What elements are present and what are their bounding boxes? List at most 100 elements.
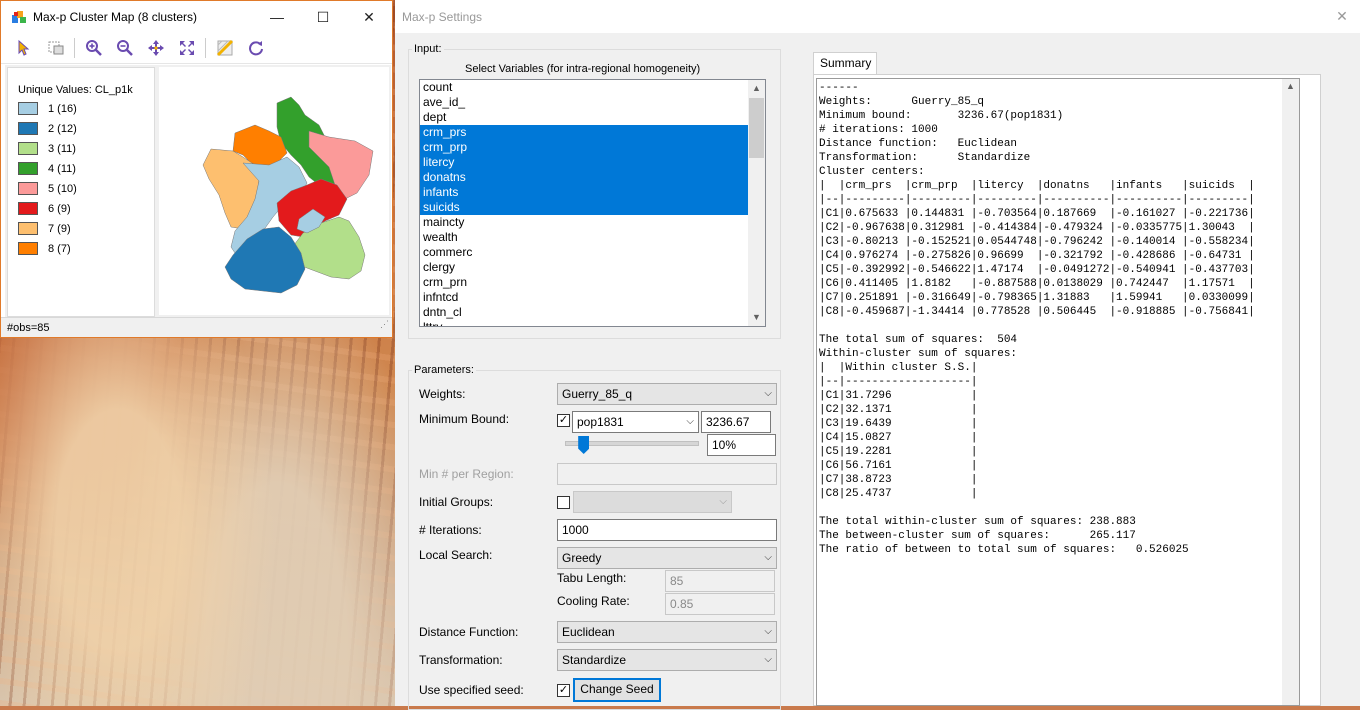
selection-icon [48, 41, 63, 55]
variable-item[interactable]: infntcd [420, 290, 765, 305]
initial-groups-dropdown[interactable]: ⌵ [573, 491, 732, 513]
legend-item[interactable]: 5 (10) [18, 182, 77, 195]
min-bound-checkbox[interactable]: ✓ [557, 414, 570, 427]
variable-item-selected[interactable]: infants [420, 185, 765, 200]
map-toolbar [1, 33, 392, 64]
map-theme-icon [216, 39, 233, 57]
resize-grip-icon[interactable]: ⋰ [380, 314, 389, 334]
minimize-icon: — [270, 9, 284, 25]
variable-item[interactable]: dept [420, 110, 765, 125]
maximize-button[interactable]: ☐ [300, 1, 346, 33]
map-window-title: Max-p Cluster Map (8 clusters) [33, 10, 198, 24]
variable-item[interactable]: wealth [420, 230, 765, 245]
min-bound-value-input[interactable]: 3236.67 [701, 411, 771, 433]
chevron-down-icon: ⌵ [719, 496, 727, 507]
variable-item[interactable]: maincty [420, 215, 765, 230]
weights-dropdown[interactable]: Guerry_85_q ⌵ [557, 383, 777, 405]
min-bound-label: Minimum Bound: [419, 412, 510, 426]
variable-item-selected[interactable]: crm_prp [420, 140, 765, 155]
pan-button[interactable] [140, 35, 171, 61]
transformation-value: Standardize [562, 653, 627, 667]
maximize-icon: ☐ [316, 8, 330, 25]
chevron-down-icon: ⌵ [764, 552, 772, 563]
map-legend: Unique Values: CL_p1k 1 (16) 2 (12) 3 (1… [7, 67, 155, 317]
close-button[interactable]: ✕ [346, 1, 392, 33]
refresh-button[interactable] [240, 35, 271, 61]
pan-icon [147, 40, 164, 56]
seed-checkbox[interactable]: ✓ [557, 684, 570, 697]
legend-label: 5 (10) [48, 182, 77, 195]
france-cluster-map [202, 96, 374, 294]
legend-swatch [18, 242, 38, 255]
summary-scrollbar[interactable]: ▲ [1282, 79, 1299, 705]
legend-swatch [18, 182, 38, 195]
cluster-map-window: Max-p Cluster Map (8 clusters) — ☐ ✕ Uni… [0, 0, 393, 338]
refresh-icon [248, 41, 263, 56]
variable-item-selected[interactable]: litercy [420, 155, 765, 170]
variable-item[interactable]: commerc [420, 245, 765, 260]
tab-summary[interactable]: Summary [813, 52, 877, 74]
initial-groups-checkbox[interactable] [557, 496, 570, 509]
minimize-button[interactable]: — [254, 1, 300, 33]
map-theme-button[interactable] [209, 35, 240, 61]
summary-text-area[interactable]: ------ Weights: Guerry_85_q Minimum boun… [816, 78, 1300, 706]
map-canvas[interactable] [159, 67, 389, 315]
tabu-length-input[interactable]: 85 [665, 570, 775, 592]
map-titlebar[interactable]: Max-p Cluster Map (8 clusters) — ☐ ✕ [1, 1, 392, 33]
app-icon [12, 11, 26, 23]
input-group-label: Input: [412, 43, 444, 55]
legend-item[interactable]: 2 (12) [18, 122, 77, 135]
selection-mode-button[interactable] [40, 35, 71, 61]
map-status-bar: #obs=85 ⋰ [1, 317, 392, 337]
variable-item[interactable]: dntn_cl [420, 305, 765, 320]
variable-item-selected[interactable]: suicids [420, 200, 765, 215]
min-bound-variable-dropdown[interactable]: pop1831 ⌵ [572, 411, 699, 433]
min-region-input[interactable] [557, 463, 777, 485]
legend-item[interactable]: 7 (9) [18, 222, 71, 235]
zoom-in-button[interactable] [78, 35, 109, 61]
transformation-dropdown[interactable]: Standardize ⌵ [557, 649, 777, 671]
variable-item-selected[interactable]: donatns [420, 170, 765, 185]
min-bound-percent-input[interactable]: 10% [707, 434, 776, 456]
legend-swatch [18, 122, 38, 135]
legend-label: 4 (11) [48, 162, 76, 175]
scroll-thumb[interactable] [749, 98, 764, 158]
variable-item[interactable]: lttry [420, 320, 765, 326]
maxp-settings-window: Max-p Settings ✕ Input: Select Variables… [395, 0, 1360, 710]
scroll-down-icon[interactable]: ▼ [748, 309, 765, 326]
cooling-rate-input[interactable]: 0.85 [665, 593, 775, 615]
variable-item-selected[interactable]: crm_prs [420, 125, 765, 140]
legend-item[interactable]: 3 (11) [18, 142, 76, 155]
fit-to-window-button[interactable] [171, 35, 202, 61]
settings-close-icon[interactable]: ✕ [1324, 8, 1360, 25]
chevron-down-icon: ⌵ [764, 626, 772, 637]
scroll-up-icon[interactable]: ▲ [748, 80, 765, 97]
variable-item[interactable]: ave_id_ [420, 95, 765, 110]
variables-listbox[interactable]: count ave_id_ dept crm_prs crm_prp liter… [419, 79, 766, 327]
legend-label: 8 (7) [48, 242, 71, 255]
legend-label: 6 (9) [48, 202, 71, 215]
summary-text: ------ Weights: Guerry_85_q Minimum boun… [819, 82, 1255, 556]
settings-titlebar[interactable]: Max-p Settings ✕ [395, 0, 1360, 33]
legend-item[interactable]: 6 (9) [18, 202, 71, 215]
chevron-down-icon: ⌵ [686, 416, 694, 427]
legend-label: 2 (12) [48, 122, 77, 135]
variables-scrollbar[interactable]: ▲ ▼ [748, 80, 765, 326]
change-seed-button[interactable]: Change Seed [573, 678, 661, 702]
iterations-input[interactable]: 1000 [557, 519, 777, 541]
distance-function-value: Euclidean [562, 625, 615, 639]
variable-item[interactable]: count [420, 80, 765, 95]
legend-item[interactable]: 1 (16) [18, 102, 77, 115]
zoom-out-button[interactable] [109, 35, 140, 61]
legend-swatch [18, 142, 38, 155]
legend-item[interactable]: 4 (11) [18, 162, 76, 175]
variable-item[interactable]: clergy [420, 260, 765, 275]
legend-item[interactable]: 8 (7) [18, 242, 71, 255]
variable-item[interactable]: crm_prn [420, 275, 765, 290]
fit-window-icon [179, 41, 194, 55]
local-search-dropdown[interactable]: Greedy ⌵ [557, 547, 777, 569]
distance-function-dropdown[interactable]: Euclidean ⌵ [557, 621, 777, 643]
scroll-up-icon[interactable]: ▲ [1282, 81, 1299, 91]
select-tool-button[interactable] [9, 35, 40, 61]
weights-value: Guerry_85_q [562, 387, 633, 401]
